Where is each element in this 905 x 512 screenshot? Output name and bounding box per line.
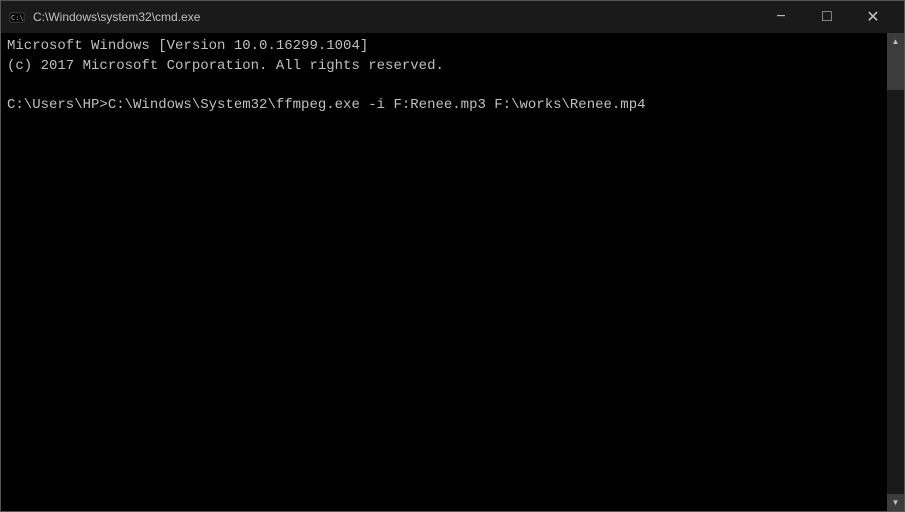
scroll-down-button[interactable]: ▼ xyxy=(887,494,904,511)
terminal-line-4: C:\Users\HP>C:\Windows\System32\ffmpeg.e… xyxy=(7,97,646,113)
scrollbar-track[interactable] xyxy=(887,50,904,494)
scrollbar-thumb[interactable] xyxy=(887,50,904,90)
scrollbar[interactable]: ▲ ▼ xyxy=(887,33,904,511)
scroll-up-button[interactable]: ▲ xyxy=(887,33,904,50)
terminal-output[interactable]: Microsoft Windows [Version 10.0.16299.10… xyxy=(1,33,887,511)
cmd-icon: C:\ xyxy=(9,9,25,25)
terminal-body: Microsoft Windows [Version 10.0.16299.10… xyxy=(1,33,904,511)
title-bar: C:\ C:\Windows\system32\cmd.exe − □ ✕ xyxy=(1,1,904,33)
terminal-line-2: (c) 2017 Microsoft Corporation. All righ… xyxy=(7,58,444,74)
window-title: C:\Windows\system32\cmd.exe xyxy=(33,10,758,24)
minimize-button[interactable]: − xyxy=(758,1,804,33)
window-controls: − □ ✕ xyxy=(758,1,896,33)
close-button[interactable]: ✕ xyxy=(850,1,896,33)
maximize-button[interactable]: □ xyxy=(804,1,850,33)
svg-text:C:\: C:\ xyxy=(11,14,24,22)
terminal-line-1: Microsoft Windows [Version 10.0.16299.10… xyxy=(7,38,368,54)
cmd-window: C:\ C:\Windows\system32\cmd.exe − □ ✕ Mi… xyxy=(0,0,905,512)
